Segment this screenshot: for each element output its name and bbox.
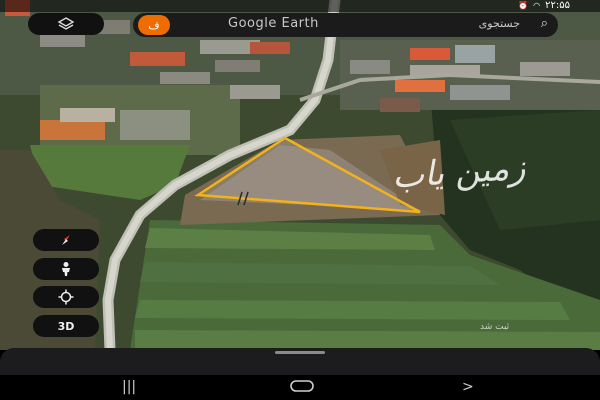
home-icon[interactable]	[290, 379, 314, 397]
pegman-icon	[62, 262, 70, 276]
navigation-bar: ||| >	[0, 375, 600, 400]
wifi-icon: ◠	[533, 1, 541, 10]
view-3d-button[interactable]: 3D	[33, 315, 99, 337]
recents-icon[interactable]: |||	[122, 379, 136, 395]
status-bar: ⏰ ◠ ۲۲:۵۵	[0, 0, 600, 12]
alarm-icon: ⏰	[518, 1, 529, 10]
my-location-button[interactable]	[33, 286, 99, 308]
sheet-handle[interactable]	[275, 351, 325, 354]
compass-button[interactable]	[33, 229, 99, 251]
search-icon[interactable]: ⌕	[541, 16, 548, 31]
bottom-sheet[interactable]	[0, 348, 600, 378]
top-bar: ف Google Earth جستجوی ⌕	[28, 12, 558, 38]
back-icon[interactable]: >	[462, 379, 474, 395]
search-bar[interactable]: ف Google Earth جستجوی ⌕	[133, 13, 558, 37]
my-location-icon	[58, 289, 74, 305]
map-attribution: ثبت شد	[480, 322, 510, 332]
app-title: Google Earth	[228, 16, 319, 31]
compass-icon	[62, 235, 70, 245]
street-view-button[interactable]	[33, 258, 99, 280]
avatar[interactable]: ف	[138, 15, 170, 35]
layers-icon	[57, 17, 75, 30]
layers-button[interactable]	[28, 13, 104, 35]
search-label: جستجوی	[478, 17, 520, 30]
status-clock: ۲۲:۵۵	[545, 0, 570, 11]
